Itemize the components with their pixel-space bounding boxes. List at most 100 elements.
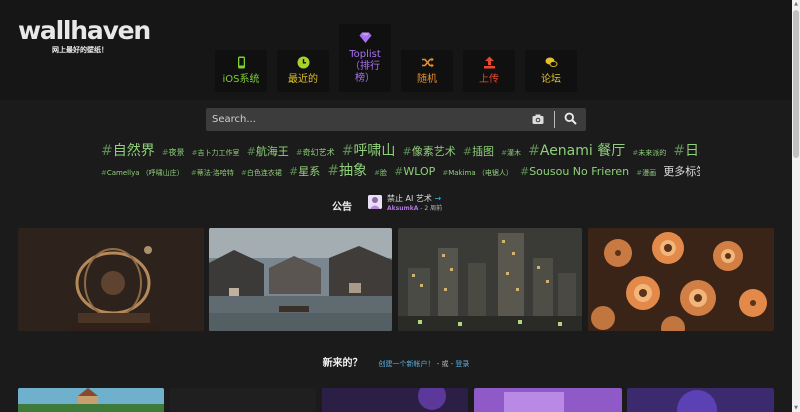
nav-ios-label: iOS系统	[222, 74, 260, 85]
nav-forum[interactable]: 论坛	[525, 50, 577, 92]
tag-label: Aenami 餐厅	[539, 143, 626, 159]
tag-hash: #	[528, 143, 540, 159]
tag-hash: #	[161, 148, 169, 157]
tag-link[interactable]: #奇幻艺术	[296, 148, 335, 157]
tag-link[interactable]: #呼啸山	[342, 143, 396, 159]
new-user-title: 新来的？	[322, 358, 363, 369]
tag-label: 未来派的	[638, 149, 667, 157]
tag-link[interactable]: #白色连衣裙	[241, 169, 282, 177]
tag-link[interactable]: #Sousou No Frieren	[520, 165, 629, 178]
wallpaper-thumbnail[interactable]	[209, 228, 392, 331]
tag-hash: #	[673, 143, 686, 159]
tag-label: Camellya （呼啸山庄）	[106, 169, 184, 177]
wallpaper-thumbnail[interactable]	[170, 388, 316, 412]
tag-link[interactable]: #星系	[289, 165, 320, 178]
shuffle-icon	[421, 57, 434, 68]
nav-toplist[interactable]: Toplist （排行 榜）	[339, 24, 391, 92]
thumb-water-town	[209, 228, 392, 331]
tag-link[interactable]: #蒂法·洛哈特	[191, 169, 234, 177]
nav-latest[interactable]: 最近的	[277, 50, 329, 92]
upload-icon	[483, 56, 495, 69]
tag-hash: #	[394, 165, 404, 178]
wallpaper-thumbnail[interactable]	[588, 228, 774, 331]
tag-link[interactable]: #漫画	[636, 169, 656, 177]
tag-label: 漫画	[642, 169, 657, 177]
tag-label: 夜景	[168, 148, 185, 157]
wallpaper-thumbnail[interactable]	[398, 228, 582, 331]
logo[interactable]: wallhaven 网上最好的壁纸！	[18, 16, 151, 55]
tags-row-1: #自然界 #夜景 #吉卜力工作室 #航海王 #奇幻艺术 #呼啸山 #像素艺术 #…	[100, 140, 700, 160]
wallpaper-thumbnail[interactable]	[18, 228, 204, 331]
tag-hash: #	[101, 143, 113, 159]
tag-link[interactable]: #像素艺术	[403, 145, 456, 158]
chat-icon	[545, 57, 557, 67]
wallpaper-thumbnail[interactable]	[18, 388, 164, 412]
tag-hash: #	[462, 145, 473, 158]
tag-link[interactable]: #脸	[374, 169, 387, 177]
announcement-author[interactable]: AksumkA	[387, 205, 418, 212]
nav-latest-label: 最近的	[288, 74, 318, 85]
tag-label: 日本	[685, 143, 700, 159]
announcement-label: 公告	[332, 202, 352, 213]
tag-link[interactable]: #夜景	[162, 148, 185, 157]
tag-label: 抽象	[339, 163, 368, 179]
tag-label: 像素艺术	[411, 145, 456, 158]
create-account-link[interactable]: 创建一个新帐户！	[378, 360, 434, 368]
tag-label: 白色连衣裙	[246, 169, 282, 177]
phone-icon	[237, 56, 245, 69]
nav-upload-label: 上传	[479, 74, 499, 85]
new-user-prompt: 新来的？ 创建一个新帐户！ - 或 - 登录	[0, 354, 792, 369]
login-link[interactable]: 登录	[455, 360, 469, 368]
nav-upload[interactable]: 上传	[463, 50, 515, 92]
tag-link[interactable]: #Camellya （呼啸山庄）	[101, 169, 184, 177]
tag-link[interactable]: #未来派的	[632, 149, 666, 157]
wallpaper-thumbnail[interactable]	[627, 388, 774, 412]
tag-label: WLOP	[403, 165, 436, 178]
thumb-armillary	[18, 228, 204, 331]
tag-link[interactable]: #插图	[463, 145, 494, 158]
avatar[interactable]	[368, 195, 382, 209]
tag-label: 星系	[298, 165, 321, 178]
tag-link[interactable]: #自然界	[101, 143, 155, 159]
tag-link[interactable]: #Aenami 餐厅	[528, 143, 625, 159]
announcement-title-text: 禁止 AI 艺术	[387, 194, 432, 203]
thumb-violet	[474, 388, 622, 412]
tag-link[interactable]: #航海王	[247, 145, 289, 158]
wallpaper-thumbnail[interactable]	[322, 388, 468, 412]
search-input[interactable]	[206, 108, 526, 131]
tag-hash: #	[341, 143, 354, 159]
scroll-down-icon[interactable]: ▼	[793, 405, 799, 411]
search-icon[interactable]	[564, 112, 577, 125]
tag-hash: #	[289, 165, 299, 178]
tag-hash: #	[519, 165, 530, 178]
nav-random-label: 随机	[417, 74, 437, 85]
tag-label: 蒂法·洛哈特	[196, 169, 234, 177]
nav-toplist-label: Toplist （排行 榜）	[349, 49, 381, 84]
tag-link[interactable]: #WLOP	[394, 165, 435, 178]
tag-hash: #	[246, 145, 256, 158]
tag-hash: #	[402, 145, 412, 158]
arrow-right-icon: →	[434, 194, 442, 203]
tag-link[interactable]: #日本	[673, 143, 700, 159]
scroll-up-icon[interactable]: ▲	[793, 1, 799, 7]
wallpaper-thumbnail[interactable]	[474, 388, 622, 412]
thumb-castle	[18, 388, 164, 412]
more-tags-link[interactable]: 更多标签...	[663, 165, 700, 178]
nav-ios[interactable]: iOS系统	[215, 50, 267, 92]
scrollbar[interactable]: ▲ ▼	[792, 0, 800, 412]
camera-icon[interactable]	[532, 113, 544, 125]
search-bar	[206, 108, 586, 131]
tag-link[interactable]: #吉卜力工作室	[192, 149, 240, 157]
announcement-meta: AksumkA - 2 周前	[387, 203, 442, 212]
logo-tagline: 网上最好的壁纸！	[52, 46, 108, 54]
tag-link[interactable]: #Makima （电锯人）	[442, 169, 513, 177]
tag-link[interactable]: #抽象	[327, 163, 367, 179]
scroll-thumb[interactable]	[793, 10, 799, 158]
thumb-purple-anime	[322, 388, 468, 412]
nav-random[interactable]: 随机	[401, 50, 453, 92]
or-separator: - 或 -	[434, 360, 456, 368]
tag-label: 自然界	[112, 143, 155, 159]
logo-text: wallhaven	[18, 16, 151, 45]
tag-link[interactable]: #灌木	[501, 149, 521, 157]
tag-label: 吉卜力工作室	[197, 149, 240, 157]
